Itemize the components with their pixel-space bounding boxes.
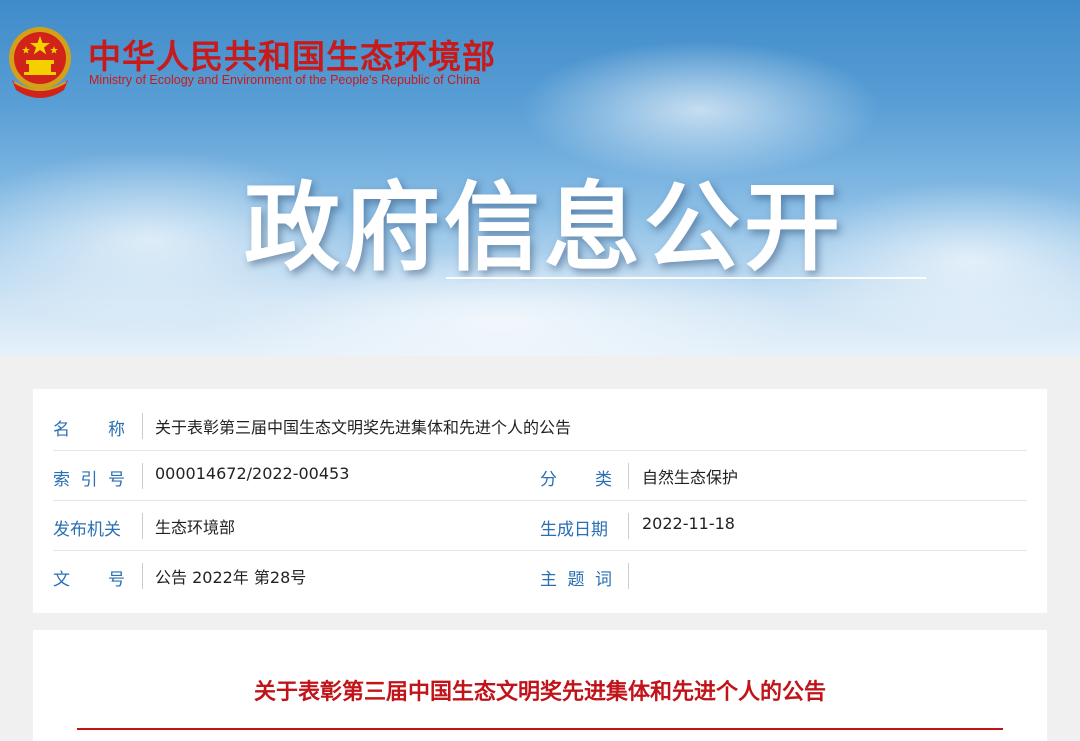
docno-value: 公告 2022年 第28号 xyxy=(155,568,307,587)
name-value: 关于表彰第三届中国生态文明奖先进集体和先进个人的公告 xyxy=(155,418,572,437)
issuer-label: 发布机关 xyxy=(53,520,121,540)
index-label: 索 引 号 xyxy=(53,470,125,490)
info-row-index: 索 引 号 000014672/2022-00453 分 类 自然生态保护 xyxy=(53,451,1027,501)
ministry-name-cn[interactable]: 中华人民共和国生态环境部 xyxy=(88,30,496,78)
info-row-issuer: 发布机关 生态环境部 生成日期 2022-11-18 xyxy=(53,501,1027,551)
national-emblem-icon[interactable] xyxy=(6,24,74,100)
info-row-docno: 文 号 公告 2022年 第28号 主 题 词 xyxy=(53,551,1027,601)
divider xyxy=(142,463,143,489)
category-label: 分 类 xyxy=(540,470,612,490)
date-label: 生成日期 xyxy=(540,520,608,540)
page-hero-title: 政府信息公开 xyxy=(244,172,844,284)
header-banner: 中华人民共和国生态环境部 Ministry of Ecology and Env… xyxy=(0,0,1080,356)
document-info-card: 名 称 关于表彰第三届中国生态文明奖先进集体和先进个人的公告 索 引 号 000… xyxy=(33,389,1047,613)
divider xyxy=(628,463,629,489)
hero-underline xyxy=(446,277,926,279)
article-card: 关于表彰第三届中国生态文明奖先进集体和先进个人的公告 xyxy=(33,630,1047,741)
title-divider xyxy=(77,728,1003,730)
category-value: 自然生态保护 xyxy=(642,468,739,487)
docno-label: 文 号 xyxy=(53,570,125,590)
divider xyxy=(142,563,143,589)
issuer-value: 生态环境部 xyxy=(155,518,236,537)
date-value: 2022-11-18 xyxy=(642,514,735,533)
keywords-label: 主 题 词 xyxy=(540,570,612,590)
divider xyxy=(628,563,629,589)
divider xyxy=(142,513,143,539)
divider xyxy=(142,413,143,439)
divider xyxy=(628,513,629,539)
info-row-name: 名 称 关于表彰第三届中国生态文明奖先进集体和先进个人的公告 xyxy=(53,401,1027,451)
ministry-name-en[interactable]: Ministry of Ecology and Environment of t… xyxy=(89,73,480,87)
index-value: 000014672/2022-00453 xyxy=(155,464,350,483)
article-title: 关于表彰第三届中国生态文明奖先进集体和先进个人的公告 xyxy=(253,680,826,705)
name-label: 名 称 xyxy=(53,420,125,440)
